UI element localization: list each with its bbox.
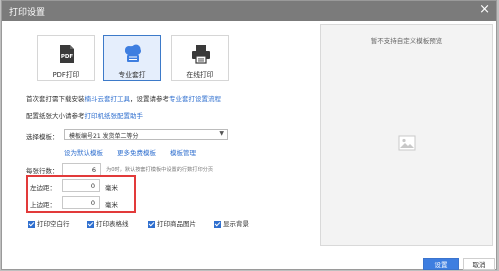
template-management-link[interactable]: 模板管理 xyxy=(170,147,196,157)
pdf-icon: PDF xyxy=(57,44,77,64)
top-margin-value: 0 xyxy=(90,199,95,207)
left-margin-unit: 毫米 xyxy=(105,184,118,192)
paper-config-line: 配置纸张大小请参考打印机纸张配置助手 xyxy=(26,110,143,120)
print-settings-dialog: 打印设置 × PDF PDF打印 专业套打 在线打印 首次套打需下载安装楠斗云套… xyxy=(1,0,497,270)
template-label: 选择模板： xyxy=(26,133,59,141)
chevron-down-icon: ▼ xyxy=(219,130,224,137)
template-preview-panel: 暂不支持自定义模板预览 xyxy=(320,24,493,246)
top-margin-label: 上边距： xyxy=(30,201,56,209)
setup-guide-link[interactable]: 专业套打设置流程 xyxy=(169,95,221,103)
confirm-button[interactable]: 设置 xyxy=(423,258,459,270)
mode-pdf-label: PDF打印 xyxy=(52,71,80,79)
checkbox-checked-icon xyxy=(28,220,35,228)
template-select[interactable]: 模板编号21 发货单二等分 ▼ xyxy=(64,129,228,140)
install-info-middle: ，设置请参考 xyxy=(130,95,169,103)
checkbox-checked-icon xyxy=(87,220,94,228)
checkbox-checked-icon xyxy=(214,220,221,228)
mode-online-print[interactable]: 在线打印 xyxy=(171,35,229,81)
cancel-button[interactable]: 取消 xyxy=(463,258,495,270)
left-margin-input[interactable]: 0 xyxy=(62,179,100,192)
left-margin-value: 0 xyxy=(90,182,95,190)
download-tool-link[interactable]: 楠斗云套打工具 xyxy=(85,95,131,103)
checkbox-print-blank-rows-label: 打印空白行 xyxy=(37,220,70,228)
checkbox-print-product-images[interactable]: 打印商品图片 xyxy=(148,218,196,228)
template-selected-value: 模板编号21 发货单二等分 xyxy=(69,133,139,140)
dialog-title: 打印设置 xyxy=(9,8,46,18)
top-margin-unit: 毫米 xyxy=(105,201,118,209)
mode-pdf-print[interactable]: PDF PDF打印 xyxy=(37,35,95,81)
image-placeholder-icon xyxy=(398,135,416,151)
cloud-print-icon xyxy=(123,44,143,64)
checkbox-print-table-lines-label: 打印表格线 xyxy=(96,220,129,228)
dialog-titlebar: 打印设置 × xyxy=(2,1,496,21)
checkbox-print-product-images-label: 打印商品图片 xyxy=(157,220,196,228)
paper-config-prefix: 配置纸张大小请参考 xyxy=(26,112,85,120)
paper-config-helper-link[interactable]: 打印机纸张配置助手 xyxy=(85,112,144,120)
close-icon[interactable]: × xyxy=(479,3,490,17)
install-info-prefix: 首次套打需下载安装 xyxy=(26,95,85,103)
rows-per-page-value: 6 xyxy=(91,166,96,174)
rows-per-page-label: 每张行数： xyxy=(26,167,59,175)
svg-text:PDF: PDF xyxy=(61,54,74,60)
top-margin-input[interactable]: 0 xyxy=(62,196,100,209)
mode-online-label: 在线打印 xyxy=(186,71,214,79)
checkbox-show-background[interactable]: 显示背景 xyxy=(214,218,249,228)
more-templates-link[interactable]: 更多免费模板 xyxy=(117,147,156,157)
mode-professional-label: 专业套打 xyxy=(118,71,146,79)
set-default-template-link[interactable]: 设为默认模板 xyxy=(64,147,103,157)
mode-professional-print[interactable]: 专业套打 xyxy=(103,35,161,81)
preview-title: 暂不支持自定义模板预览 xyxy=(370,37,443,45)
left-margin-label: 左边距： xyxy=(30,184,56,192)
checkbox-print-blank-rows[interactable]: 打印空白行 xyxy=(28,218,70,228)
printer-icon xyxy=(191,44,211,64)
checkbox-show-background-label: 显示背景 xyxy=(223,220,249,228)
rows-per-page-hint: 为0时，默认按套打模板中设置的行数打印分页 xyxy=(106,167,214,173)
checkbox-print-table-lines[interactable]: 打印表格线 xyxy=(87,218,129,228)
checkbox-checked-icon xyxy=(148,220,155,228)
install-info-line: 首次套打需下载安装楠斗云套打工具，设置请参考专业套打设置流程 xyxy=(26,93,221,103)
